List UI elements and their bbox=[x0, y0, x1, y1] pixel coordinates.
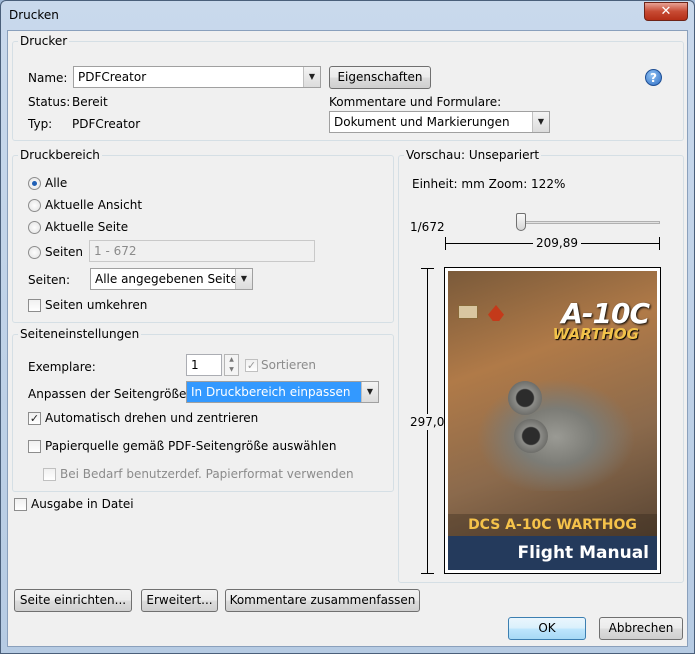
comments-forms-value: Dokument und Markierungen bbox=[334, 115, 510, 129]
chevron-down-icon: ▼ bbox=[303, 67, 320, 87]
radio-current-page[interactable] bbox=[28, 221, 41, 234]
cancel-button[interactable]: Abbrechen bbox=[599, 617, 683, 640]
cover-band-top: DCS A-10C WARTHOG bbox=[448, 514, 657, 536]
preview-slider-thumb[interactable] bbox=[516, 213, 526, 231]
custom-paper-label[interactable]: Bei Bedarf benutzerdef. Papierformat ver… bbox=[60, 467, 354, 481]
fit-select[interactable]: In Druckbereich einpassen ▼ bbox=[186, 381, 379, 403]
reverse-pages-checkbox[interactable] bbox=[28, 299, 41, 312]
pages-subset-select[interactable]: Alle angegebenen Seiten ▼ bbox=[90, 268, 253, 290]
width-dimension-tick-right bbox=[659, 237, 660, 250]
close-button[interactable]: ✕ bbox=[644, 2, 688, 21]
copies-input[interactable]: 1 bbox=[186, 354, 222, 376]
properties-button[interactable]: Eigenschaften bbox=[329, 66, 431, 89]
ok-button[interactable]: OK bbox=[508, 617, 586, 640]
engine-right-icon bbox=[514, 419, 548, 453]
eagle-logo-icon bbox=[488, 305, 504, 321]
page-setup-button[interactable]: Seite einrichten... bbox=[14, 589, 132, 612]
page-width-label: 209,89 bbox=[533, 236, 581, 250]
cover-band-bottom: Flight Manual bbox=[448, 536, 657, 570]
type-value: PDFCreator bbox=[72, 117, 141, 131]
paper-source-checkbox[interactable] bbox=[28, 440, 41, 453]
summarize-comments-button[interactable]: Kommentare zusammenfassen bbox=[225, 589, 420, 612]
reverse-pages-label[interactable]: Seiten umkehren bbox=[45, 298, 147, 312]
comments-forms-select[interactable]: Dokument und Markierungen ▼ bbox=[329, 111, 550, 133]
radio-all[interactable] bbox=[28, 177, 41, 190]
page-setup-group-label: Seiteneinstellungen bbox=[18, 327, 142, 341]
auto-rotate-label[interactable]: Automatisch drehen und zentrieren bbox=[45, 411, 258, 425]
chevron-down-icon: ▼ bbox=[361, 382, 378, 402]
preview-slider-track[interactable] bbox=[516, 221, 660, 224]
status-label: Status: bbox=[28, 95, 71, 109]
radio-current-view[interactable] bbox=[28, 199, 41, 212]
auto-rotate-checkbox[interactable]: ✓ bbox=[28, 412, 41, 425]
print-range-group-label: Druckbereich bbox=[18, 148, 102, 162]
paper-source-label[interactable]: Papierquelle gemäß PDF-Seitengröße auswä… bbox=[45, 439, 336, 453]
aircraft-image bbox=[466, 371, 646, 491]
pages-subset-value: Alle angegebenen Seiten bbox=[95, 272, 246, 286]
cover-band: DCS A-10C WARTHOG Flight Manual bbox=[448, 514, 657, 570]
comments-forms-label: Kommentare und Formulare: bbox=[329, 95, 502, 109]
engine-left-icon bbox=[508, 381, 542, 415]
page-preview: A-10C WARTHOG DCS A-10C WARTHOG Flight M… bbox=[444, 267, 661, 574]
fit-value: In Druckbereich einpassen bbox=[191, 385, 351, 399]
radio-all-label[interactable]: Alle bbox=[45, 176, 67, 190]
print-dialog: Drucken ✕ Drucker Name: PDFCreator ▼ Eig… bbox=[0, 0, 695, 654]
radio-current-view-label[interactable]: Aktuelle Ansicht bbox=[45, 198, 142, 212]
radio-pages-label[interactable]: Seiten bbox=[45, 245, 83, 259]
pages-range-input[interactable]: 1 - 672 bbox=[89, 240, 315, 262]
height-dimension-tick-bottom bbox=[421, 573, 434, 574]
dialog-body: Drucker Name: PDFCreator ▼ Eigenschaften… bbox=[7, 30, 688, 647]
copies-label: Exemplare: bbox=[28, 360, 96, 374]
custom-paper-checkbox[interactable] bbox=[43, 468, 56, 481]
page-counter: 1/672 bbox=[410, 220, 445, 234]
collate-checkbox[interactable]: ✓ bbox=[245, 359, 258, 372]
cover-subtitle: WARTHOG bbox=[552, 325, 639, 343]
help-icon[interactable]: ? bbox=[645, 69, 662, 86]
logo-icon bbox=[458, 305, 478, 319]
printer-name-label: Name: bbox=[28, 71, 68, 85]
collate-label[interactable]: Sortieren bbox=[261, 358, 316, 372]
output-to-file-label[interactable]: Ausgabe in Datei bbox=[31, 497, 134, 511]
chevron-down-icon: ▼ bbox=[532, 112, 549, 132]
fit-label: Anpassen der Seitengröße: bbox=[28, 387, 191, 401]
height-dimension-tick-top bbox=[421, 268, 434, 269]
preview-header: Vorschau: Unsepariert bbox=[404, 148, 542, 162]
window-title: Drucken bbox=[9, 8, 59, 22]
printer-name-select[interactable]: PDFCreator ▼ bbox=[73, 66, 321, 88]
advanced-button[interactable]: Erweitert... bbox=[141, 589, 218, 612]
cover-image: A-10C WARTHOG DCS A-10C WARTHOG Flight M… bbox=[448, 271, 657, 570]
type-label: Typ: bbox=[28, 117, 53, 131]
status-value: Bereit bbox=[72, 95, 108, 109]
radio-current-page-label[interactable]: Aktuelle Seite bbox=[45, 220, 128, 234]
output-to-file-checkbox[interactable] bbox=[14, 498, 27, 511]
pages-subset-label: Seiten: bbox=[28, 273, 71, 287]
width-dimension-tick-left bbox=[445, 237, 446, 250]
chevron-down-icon: ▼ bbox=[235, 269, 252, 289]
unit-zoom-label: Einheit: mm Zoom: 122% bbox=[412, 177, 566, 191]
title-bar[interactable]: Drucken ✕ bbox=[1, 1, 694, 29]
printer-name-value: PDFCreator bbox=[78, 70, 147, 84]
copies-stepper[interactable]: ▲ ▼ bbox=[224, 354, 239, 376]
printer-group-label: Drucker bbox=[18, 34, 70, 48]
radio-pages[interactable] bbox=[28, 246, 41, 259]
